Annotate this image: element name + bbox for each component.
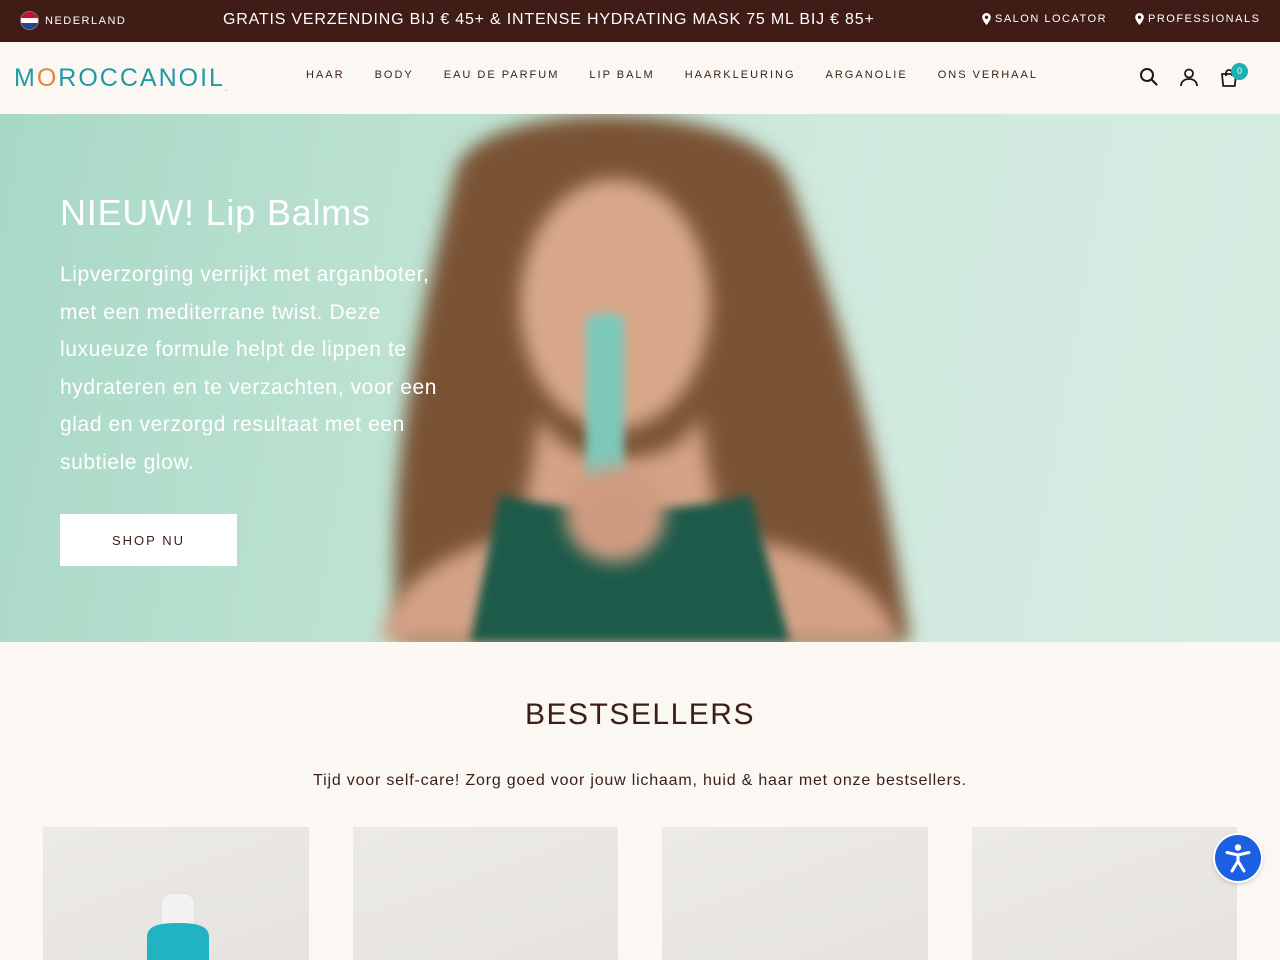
accessibility-icon — [1225, 844, 1251, 873]
nav-item-eau-de-parfum[interactable]: EAU DE PARFUM — [444, 69, 560, 81]
country-label: NEDERLAND — [45, 14, 127, 27]
nav-item-lip-balm[interactable]: LIP BALM — [589, 69, 654, 81]
product-image — [147, 892, 209, 960]
product-card[interactable] — [353, 827, 618, 960]
accessibility-button[interactable] — [1215, 835, 1261, 881]
hero-title: NIEUW! Lip Balms — [60, 192, 371, 233]
nav-item-haarkleuring[interactable]: HAARKLEURING — [685, 69, 796, 81]
search-icon[interactable] — [1139, 67, 1159, 87]
cart-count-badge: 0 — [1231, 63, 1248, 80]
account-icon[interactable] — [1179, 67, 1199, 87]
bestsellers-title: BESTSELLERS — [525, 698, 755, 731]
nav-item-ons-verhaal[interactable]: ONS VERHAAL — [938, 69, 1038, 81]
pin-icon — [1135, 13, 1144, 25]
promo-message: GRATIS VERZENDING BIJ € 45+ & INTENSE HY… — [223, 11, 875, 28]
professionals-link[interactable]: PROFESSIONALS — [1135, 13, 1260, 25]
pin-icon — [982, 13, 991, 25]
announcement-bar: NEDERLAND GRATIS VERZENDING BIJ € 45+ & … — [0, 0, 1280, 42]
nl-flag-icon — [20, 11, 39, 30]
salon-locator-link[interactable]: SALON LOCATOR — [982, 13, 1107, 25]
hero-description: Lipverzorging verrijkt met arganboter, m… — [60, 263, 438, 474]
brand-logo[interactable]: MOROCCANOIL. — [14, 64, 229, 93]
shop-now-button[interactable]: SHOP NU — [60, 514, 237, 566]
site-header: MOROCCANOIL. HAAR BODY EAU DE PARFUM LIP… — [0, 42, 1280, 114]
country-selector[interactable]: NEDERLAND — [20, 11, 126, 30]
product-card[interactable] — [972, 827, 1237, 960]
product-card[interactable] — [662, 827, 928, 960]
product-card[interactable] — [43, 827, 309, 960]
hero-banner: NIEUW! Lip Balms Lipverzorging verrijkt … — [0, 114, 1280, 642]
salon-locator-label: SALON LOCATOR — [995, 13, 1108, 25]
main-nav: HAAR BODY EAU DE PARFUM LIP BALM HAARKLE… — [306, 69, 1068, 81]
bestsellers-subtitle: Tijd voor self-care! Zorg goed voor jouw… — [313, 772, 967, 789]
nav-item-body[interactable]: BODY — [375, 69, 414, 81]
nav-item-arganolie[interactable]: ARGANOLIE — [826, 69, 908, 81]
professionals-label: PROFESSIONALS — [1148, 13, 1261, 25]
nav-item-haar[interactable]: HAAR — [306, 69, 345, 81]
